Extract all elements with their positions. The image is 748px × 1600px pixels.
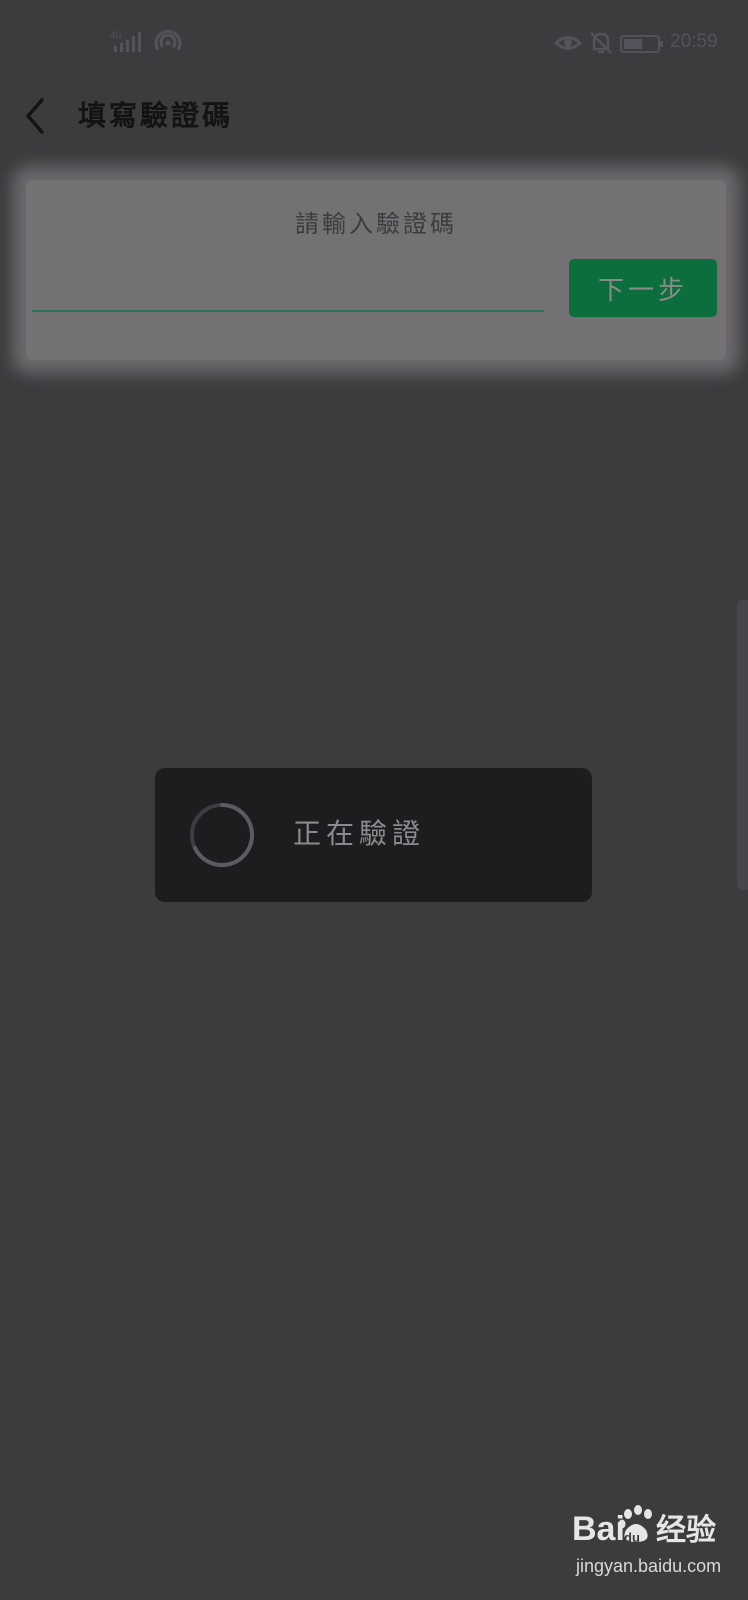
loading-toast: 正在驗證 [155,768,592,902]
svg-text:du: du [624,1530,640,1545]
battery-icon [620,35,663,53]
chevron-left-icon[interactable] [22,96,50,136]
watermark-url: jingyan.baidu.com [576,1556,722,1576]
signal-icon: 4G [110,30,141,52]
status-time: 20:59 [670,31,718,52]
verification-code-input[interactable] [32,260,544,312]
verification-card: 請輸入驗證碼 下一步 [26,180,726,360]
loading-spinner-icon [190,803,255,867]
svg-text:4G: 4G [110,30,122,40]
svg-text:Bai: Bai [572,1510,625,1548]
hotspot-icon [154,29,182,51]
verification-prompt: 請輸入驗證碼 [295,210,457,238]
scrollbar[interactable] [737,600,748,890]
baidu-logo-icon: Bai du 经验 [572,1505,716,1548]
page-title: 填寫驗證碼 [78,99,234,132]
status-bar: 4G 20:59 [0,0,748,84]
next-step-button[interactable]: 下一步 [569,259,717,317]
loading-text: 正在驗證 [293,817,426,850]
svg-text:经验: 经验 [656,1513,716,1548]
watermark: Bai du 经验 jingyan.baidu.com [572,1500,732,1582]
eye-icon [554,36,582,50]
bell-off-icon [590,32,612,54]
